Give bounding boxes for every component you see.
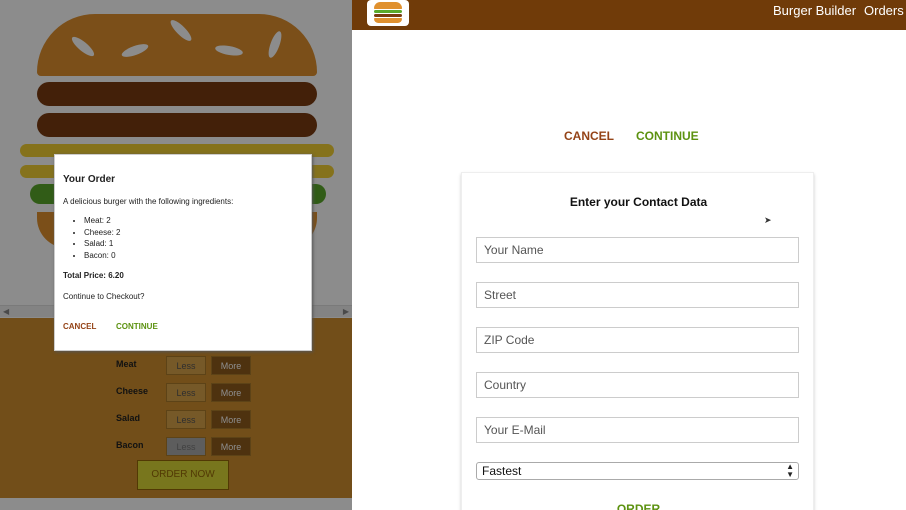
toolbar: Burger Builder Orders <box>352 0 906 30</box>
list-item: Meat: 2 <box>84 215 120 227</box>
burger-logo-icon[interactable] <box>367 0 409 26</box>
modal-description: A delicious burger with the following in… <box>63 197 234 206</box>
burger-builder-pane: ◀ ▶ Meat Less More Cheese Less More Sala… <box>0 0 352 510</box>
split-screen: ◀ ▶ Meat Less More Cheese Less More Sala… <box>0 0 906 510</box>
total-price: Total Price: 6.20 <box>63 271 124 280</box>
select-value: Fastest <box>482 464 522 478</box>
email-field[interactable] <box>476 417 799 443</box>
modal-continue-button[interactable]: CONTINUE <box>116 322 158 331</box>
form-title: Enter your Contact Data <box>569 195 708 209</box>
country-field[interactable] <box>476 372 799 398</box>
modal-title: Your Order <box>63 174 116 185</box>
nav-burger-builder[interactable]: Burger Builder <box>773 3 856 18</box>
modal-cancel-button[interactable]: CANCEL <box>63 322 96 331</box>
zip-code-field[interactable] <box>476 327 799 353</box>
street-field[interactable] <box>476 282 799 308</box>
contact-data-form: Enter your Contact Data Fastest ▲▼ ORDER <box>461 172 814 510</box>
name-field[interactable] <box>476 237 799 263</box>
delivery-method-select[interactable]: Fastest ▲ ▼ <box>476 462 799 480</box>
checkout-pane: Burger Builder Orders CANCEL CONTINUE En… <box>352 0 906 510</box>
checkout-question: Continue to Checkout? <box>63 292 145 301</box>
cancel-button[interactable]: CANCEL <box>564 129 614 143</box>
select-arrows-icon: ▲ ▼ <box>786 462 794 479</box>
continue-button[interactable]: CONTINUE <box>636 129 699 143</box>
list-item: Bacon: 0 <box>84 250 120 262</box>
order-button[interactable]: ORDER <box>462 502 815 510</box>
mouse-cursor-icon: ➤ <box>764 215 772 225</box>
ingredient-list: Meat: 2 Cheese: 2 Salad: 1 Bacon: 0 <box>75 215 120 261</box>
order-summary-modal: Your Order A delicious burger with the f… <box>54 154 312 351</box>
list-item: Salad: 1 <box>84 238 120 250</box>
nav-orders[interactable]: Orders <box>864 3 904 18</box>
list-item: Cheese: 2 <box>84 227 120 239</box>
